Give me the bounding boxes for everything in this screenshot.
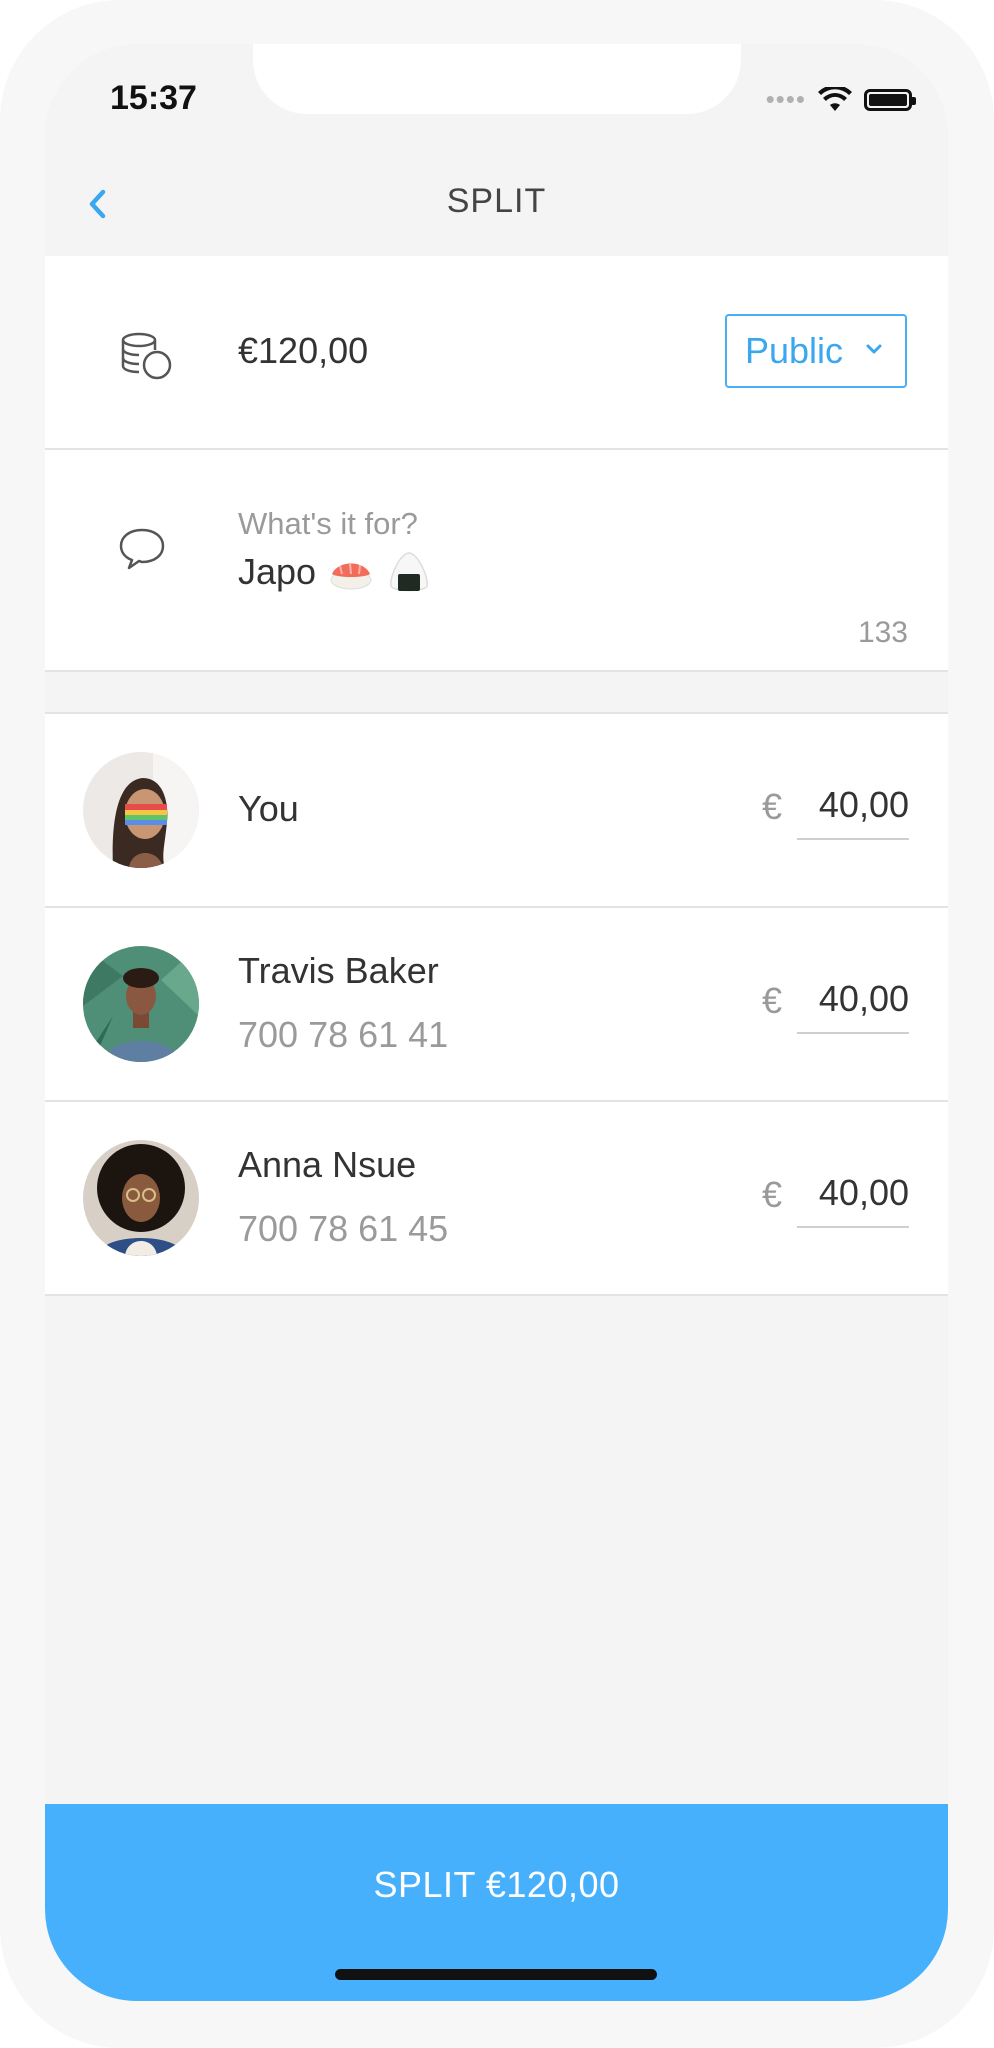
app-screen: 15:37 •••• SPLIT €120,00 Public What's i… — [45, 44, 948, 2001]
currency-symbol: € — [762, 980, 783, 1021]
coins-icon — [121, 332, 172, 380]
avatar — [83, 946, 199, 1062]
character-counter: 133 — [857, 616, 908, 649]
section-divider — [45, 672, 948, 714]
share-amount-input[interactable]: 40,00 — [797, 1172, 909, 1228]
chevron-down-icon — [866, 344, 882, 354]
wifi-icon — [818, 86, 852, 111]
signal-icon: •••• — [765, 84, 806, 114]
avatar — [83, 752, 199, 868]
description-row[interactable]: What's it for? Japo 133 — [45, 450, 948, 672]
page-title: SPLIT — [446, 182, 547, 220]
home-indicator — [335, 1969, 657, 1980]
navigation-bar: SPLIT — [45, 144, 948, 256]
currency-symbol: € — [762, 1174, 783, 1215]
amount-row: €120,00 Public — [45, 256, 948, 450]
sushi-icon — [330, 562, 372, 590]
split-amount[interactable]: €120,00 — [238, 330, 368, 372]
participant-name: You — [238, 788, 299, 829]
participant-phone: 700 78 61 45 — [238, 1208, 449, 1249]
status-time: 15:37 — [110, 79, 197, 117]
share-amount-input[interactable]: 40,00 — [797, 978, 909, 1034]
onigiri-icon — [390, 552, 428, 592]
phone-frame: 15:37 •••• SPLIT €120,00 Public What's i… — [0, 0, 994, 2048]
speech-bubble-icon — [119, 528, 165, 570]
visibility-value: Public — [745, 330, 844, 371]
participant-row[interactable]: Travis Baker 700 78 61 41 € 40,00 — [45, 908, 948, 1102]
description-input[interactable]: Japo — [238, 550, 432, 594]
participant-row[interactable]: Anna Nsue 700 78 61 45 € 40,00 — [45, 1102, 948, 1296]
avatar — [83, 1140, 199, 1256]
participant-name: Travis Baker — [238, 950, 439, 991]
participant-phone: 700 78 61 41 — [238, 1014, 449, 1055]
battery-icon — [864, 88, 916, 111]
currency-symbol: € — [762, 786, 783, 827]
participant-name: Anna Nsue — [238, 1144, 417, 1185]
status-indicators: •••• — [765, 84, 916, 115]
visibility-select[interactable]: Public — [725, 314, 907, 388]
device-notch — [253, 44, 741, 114]
split-button-label: SPLIT €120,00 — [373, 1864, 620, 1905]
share-amount-input[interactable]: 40,00 — [797, 784, 909, 840]
description-label: What's it for? — [238, 506, 418, 541]
description-text: Japo — [238, 551, 317, 592]
participant-row[interactable]: You € 40,00 — [45, 714, 948, 908]
